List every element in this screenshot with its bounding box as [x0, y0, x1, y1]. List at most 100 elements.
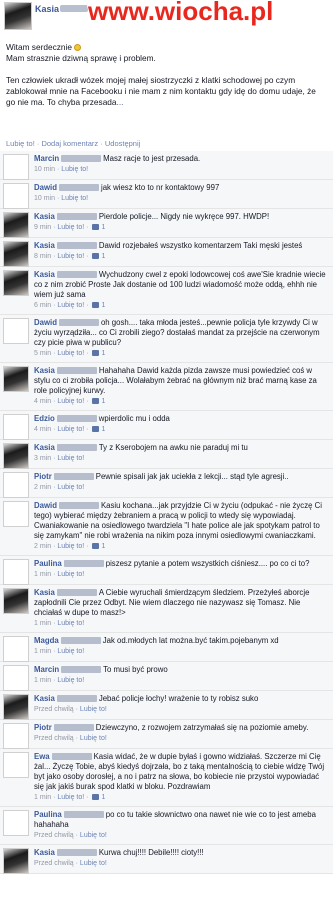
comment-like-link[interactable]: Lubię to!	[57, 571, 84, 578]
like-count[interactable]: 1	[101, 253, 105, 260]
commenter-avatar[interactable]	[3, 154, 29, 180]
comment-like-link[interactable]: Lubię to!	[80, 832, 107, 839]
like-count[interactable]: 1	[101, 350, 105, 357]
commenter-avatar[interactable]	[3, 752, 29, 778]
commenter-avatar[interactable]	[3, 414, 29, 440]
comment-like-link[interactable]: Lubię to!	[57, 350, 84, 357]
comment-time[interactable]: Przed chwilą	[34, 832, 74, 839]
commenter-avatar[interactable]	[3, 501, 29, 527]
see-more-link[interactable]: ...	[117, 97, 124, 107]
thumbs-up-icon	[92, 253, 100, 260]
comment-like-link[interactable]: Lubię to!	[57, 794, 84, 801]
commenter-name[interactable]: Dawid	[34, 501, 57, 510]
commenter-avatar[interactable]	[3, 443, 29, 469]
comment-like-link[interactable]: Lubię to!	[57, 302, 84, 309]
comment-time[interactable]: 10 min	[34, 195, 55, 202]
like-count[interactable]: 1	[101, 426, 105, 433]
commenter-avatar[interactable]	[3, 588, 29, 614]
like-count[interactable]: 1	[101, 224, 105, 231]
commenter-name[interactable]: Dawid	[34, 183, 57, 192]
comment-like-link[interactable]: Lubię to!	[61, 195, 88, 202]
commenter-name[interactable]: Paulina	[34, 559, 62, 568]
commenter-name[interactable]: Ewa	[34, 752, 50, 761]
commenter-avatar[interactable]	[3, 848, 29, 874]
comment-like-link[interactable]: Lubię to!	[57, 455, 84, 462]
share-link[interactable]: Udostępnij	[105, 139, 140, 148]
comment-like-link[interactable]: Lubię to!	[57, 620, 84, 627]
commenter-avatar[interactable]	[3, 694, 29, 720]
commenter-name[interactable]: Paulina	[34, 810, 62, 819]
commenter-name[interactable]: Edzio	[34, 414, 55, 423]
add-comment-link[interactable]: Dodaj komentarz	[41, 139, 98, 148]
commenter-name[interactable]: Marcin	[34, 665, 59, 674]
comment-like-link[interactable]: Lubię to!	[57, 398, 84, 405]
commenter-avatar[interactable]	[3, 472, 29, 498]
comment-time[interactable]: 3 min	[34, 455, 51, 462]
comment-time[interactable]: 1 min	[34, 620, 51, 627]
comment-time[interactable]: 10 min	[34, 166, 55, 173]
comment-like-link[interactable]: Lubię to!	[80, 706, 107, 713]
commenter-name[interactable]: Marcin	[34, 154, 59, 163]
comment-like-link[interactable]: Lubię to!	[57, 224, 84, 231]
commenter-name[interactable]: Piotr	[34, 472, 52, 481]
blurred-surname	[56, 695, 97, 703]
comment: Piotr Dziewczyno, z rozwojem zatrzymałaś …	[0, 720, 333, 749]
commenter-name[interactable]: Kasia	[34, 694, 55, 703]
comment-time[interactable]: 1 min	[34, 571, 51, 578]
commenter-name[interactable]: Magda	[34, 636, 59, 645]
commenter-name[interactable]: Kasia	[34, 588, 55, 597]
post-text: Ten człowiek ukradł wózek mojej małej si…	[6, 75, 316, 107]
author-name[interactable]: Kasia	[35, 4, 59, 14]
commenter-name[interactable]: Piotr	[34, 723, 52, 732]
like-post-link[interactable]: Lubię to!	[6, 139, 35, 148]
commenter-avatar[interactable]	[3, 723, 29, 749]
comment-like-link[interactable]: Lubię to!	[80, 860, 107, 867]
commenter-avatar[interactable]	[3, 559, 29, 585]
commenter-name[interactable]: Kasia	[34, 270, 55, 279]
like-count[interactable]: 1	[101, 543, 105, 550]
like-count[interactable]: 1	[101, 398, 105, 405]
comment-like-link[interactable]: Lubię to!	[57, 253, 84, 260]
commenter-avatar[interactable]	[3, 318, 29, 344]
comment-time[interactable]: 6 min	[34, 302, 51, 309]
author-avatar[interactable]	[4, 2, 32, 30]
commenter-avatar[interactable]	[3, 636, 29, 662]
comment-time[interactable]: 8 min	[34, 253, 51, 260]
comment-like-link[interactable]: Lubię to!	[57, 543, 84, 550]
commenter-avatar[interactable]	[3, 366, 29, 392]
comment-time[interactable]: 2 min	[34, 484, 51, 491]
comment-time[interactable]: Przed chwilą	[34, 735, 74, 742]
comment-like-link[interactable]: Lubię to!	[57, 648, 84, 655]
comment-time[interactable]: 2 min	[34, 543, 51, 550]
comment-like-link[interactable]: Lubię to!	[57, 426, 84, 433]
commenter-avatar[interactable]	[3, 810, 29, 836]
comment-like-link[interactable]: Lubię to!	[57, 484, 84, 491]
commenter-avatar[interactable]	[3, 270, 29, 296]
commenter-name[interactable]: Kasia	[34, 212, 55, 221]
commenter-name[interactable]: Dawid	[34, 318, 57, 327]
commenter-avatar[interactable]	[3, 212, 29, 238]
comment-like-link[interactable]: Lubię to!	[57, 677, 84, 684]
commenter-avatar[interactable]	[3, 241, 29, 267]
commenter-name[interactable]: Kasia	[34, 366, 55, 375]
comment-time[interactable]: 9 min	[34, 224, 51, 231]
comment-time[interactable]: 4 min	[34, 426, 51, 433]
commenter-avatar[interactable]	[3, 665, 29, 691]
thumbs-up-icon	[92, 224, 100, 231]
commenter-name[interactable]: Kasia	[34, 241, 55, 250]
commenter-avatar[interactable]	[3, 183, 29, 209]
comment-time[interactable]: 5 min	[34, 350, 51, 357]
comment-time[interactable]: 1 min	[34, 648, 51, 655]
comment-time[interactable]: Przed chwilą	[34, 706, 74, 713]
comment-time[interactable]: Przed chwilą	[34, 860, 74, 867]
comment-like-link[interactable]: Lubię to!	[80, 735, 107, 742]
commenter-name[interactable]: Kasia	[34, 443, 55, 452]
comment-like-link[interactable]: Lubię to!	[61, 166, 88, 173]
post-greeting: Witam serdecznie	[6, 42, 72, 52]
comment-time[interactable]: 1 min	[34, 794, 51, 801]
comment-time[interactable]: 1 min	[34, 677, 51, 684]
like-count[interactable]: 1	[101, 794, 105, 801]
comment-time[interactable]: 4 min	[34, 398, 51, 405]
commenter-name[interactable]: Kasia	[34, 848, 55, 857]
like-count[interactable]: 1	[101, 302, 105, 309]
